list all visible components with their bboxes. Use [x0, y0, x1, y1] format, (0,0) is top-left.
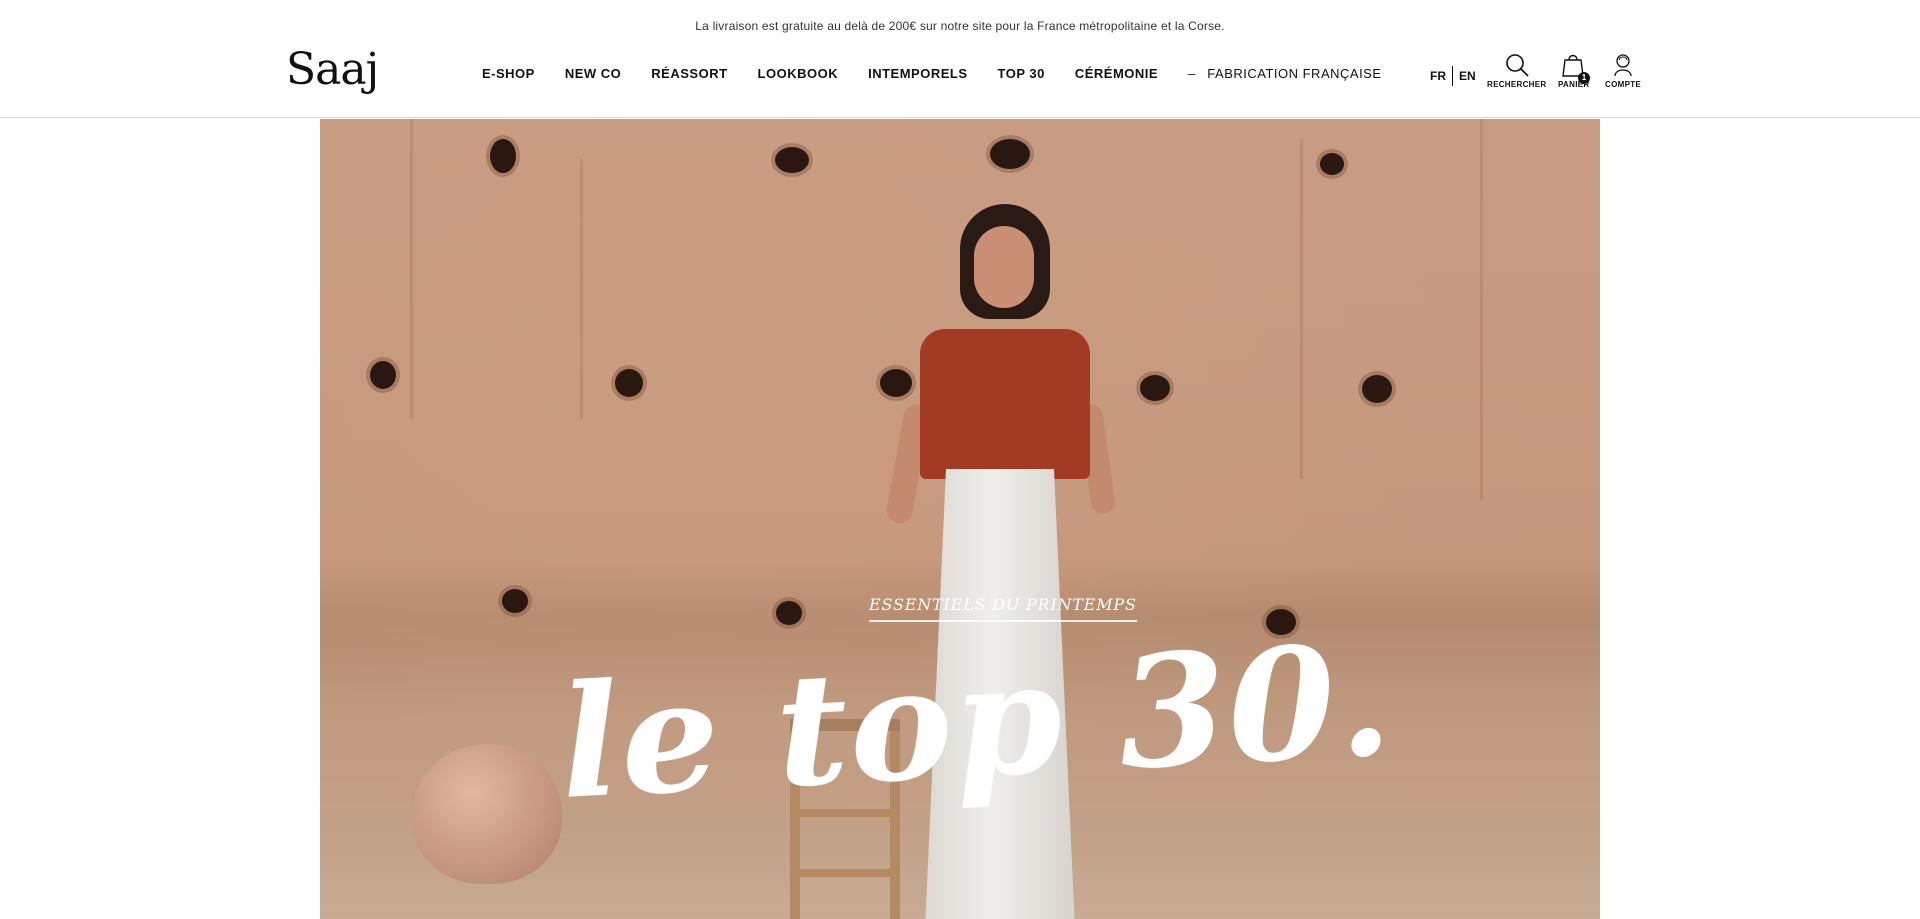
language-fr[interactable]: FR	[1430, 69, 1446, 83]
wall-streak	[1480, 119, 1483, 499]
wall-hole	[502, 589, 528, 613]
nav-item-reassort[interactable]: RÉASSORT	[651, 66, 727, 81]
cart-count-badge: 1	[1578, 72, 1590, 84]
nav-item-eshop[interactable]: E-SHOP	[482, 66, 535, 81]
nav-item-new-co[interactable]: NEW CO	[565, 66, 621, 81]
nav-item-intemporels[interactable]: INTEMPORELS	[868, 66, 967, 81]
site-header: Saaj E-SHOP NEW CO RÉASSORT LOOKBOOK INT…	[0, 36, 1920, 118]
wall-hole	[490, 139, 516, 173]
wall-streak	[580, 159, 583, 419]
wall-streak	[410, 119, 413, 419]
hero-banner[interactable]: ESSENTIELS DU PRINTEMPS le top 30.	[320, 119, 1600, 919]
search-label: RECHERCHER	[1487, 80, 1547, 89]
hero-headline: le top 30.	[555, 609, 1398, 834]
hero-kicker[interactable]: ESSENTIELS DU PRINTEMPS	[869, 595, 1137, 622]
search-button[interactable]: RECHERCHER	[1487, 52, 1546, 89]
brand-logo[interactable]: Saaj	[286, 44, 379, 95]
wall-hole	[370, 361, 396, 389]
language-switcher: FR EN	[1430, 66, 1476, 86]
cart-button[interactable]: 1 PANIER	[1558, 52, 1590, 89]
wall-hole	[990, 139, 1030, 169]
language-divider	[1452, 66, 1453, 86]
account-button[interactable]: COMPTE	[1605, 52, 1641, 89]
search-icon	[1505, 54, 1529, 77]
user-icon	[1614, 54, 1632, 77]
nav-dash: –	[1188, 66, 1196, 81]
account-label: COMPTE	[1605, 80, 1642, 89]
nav-item-ceremonie[interactable]: CÉRÉMONIE	[1075, 66, 1158, 81]
main-nav: E-SHOP NEW CO RÉASSORT LOOKBOOK INTEMPOR…	[482, 66, 1412, 81]
wall-streak	[1300, 139, 1303, 479]
announcement-bar: La livraison est gratuite au delà de 200…	[0, 0, 1920, 36]
wall-hole	[775, 147, 809, 173]
wall-hole	[615, 369, 643, 397]
clay-pot	[412, 744, 562, 884]
wall-hole	[1320, 153, 1344, 175]
announcement-text: La livraison est gratuite au delà de 200…	[695, 19, 1225, 33]
nav-item-top-30[interactable]: TOP 30	[998, 66, 1045, 81]
language-en[interactable]: EN	[1459, 69, 1476, 83]
wall-hole	[1362, 375, 1392, 403]
nav-item-fabrication-francaise[interactable]: FABRICATION FRANÇAISE	[1207, 66, 1381, 81]
nav-item-lookbook[interactable]: LOOKBOOK	[758, 66, 839, 81]
wall-hole	[776, 601, 802, 625]
wall-hole	[1140, 375, 1170, 401]
